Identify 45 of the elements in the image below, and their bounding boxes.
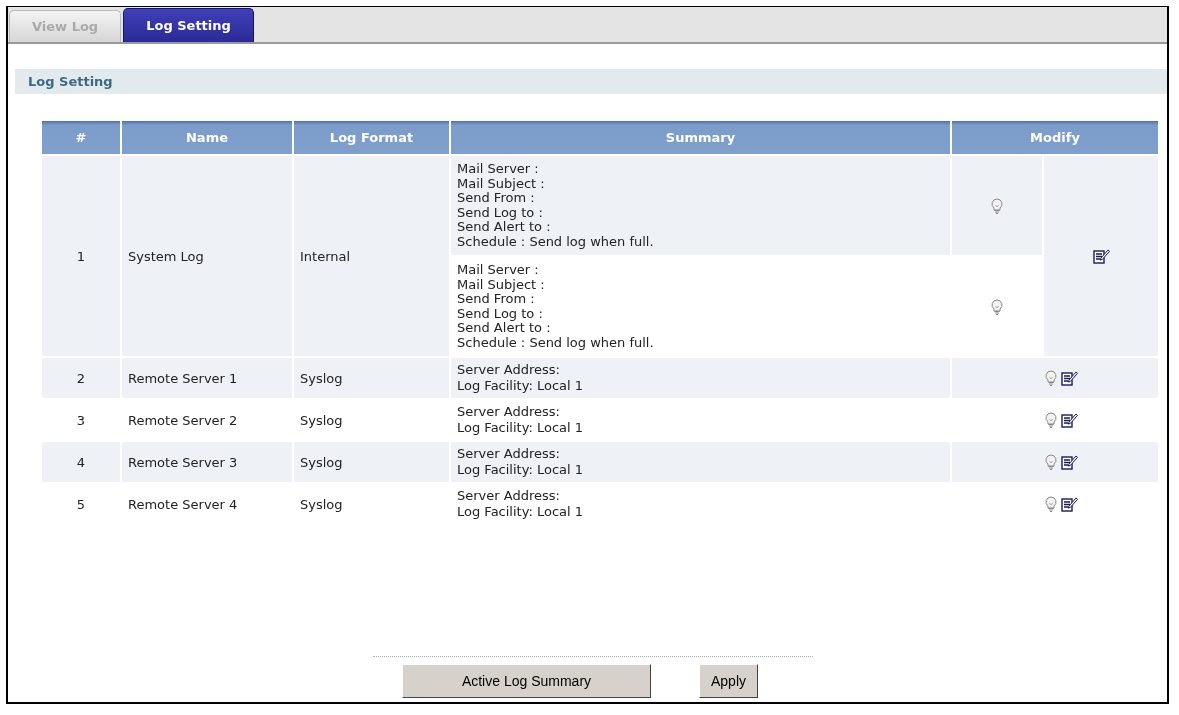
table-cell: Syslog xyxy=(294,442,449,482)
summary-line: Log Facility: Local 1 xyxy=(457,462,585,478)
summary-line: Server Address: xyxy=(457,362,561,378)
table-cell: 2 xyxy=(42,358,120,398)
summary-line: Send Log to : xyxy=(457,306,544,321)
column-header: Summary xyxy=(451,121,950,154)
lightbulb-icon[interactable] xyxy=(991,197,1003,214)
edit-icon[interactable] xyxy=(1061,454,1078,471)
summary-line: Send From : xyxy=(457,191,535,206)
edit-icon[interactable] xyxy=(1061,370,1078,387)
table-cell: Internal xyxy=(294,156,449,356)
summary-line: Schedule : Send log when full. xyxy=(457,234,655,249)
table-cell: Remote Server 1 xyxy=(122,358,292,398)
summary-line: Server Address: xyxy=(457,446,561,462)
summary-button[interactable]: Active Log Summary xyxy=(402,664,651,698)
column-header: Log Format xyxy=(294,121,449,154)
edit-icon[interactable] xyxy=(1092,248,1110,265)
table-cell: 4 xyxy=(42,442,120,482)
column-header: Name xyxy=(122,121,292,154)
summary-line: Mail Subject : xyxy=(457,176,546,191)
column-header: # xyxy=(42,121,120,154)
summary-line: Log Facility: Local 1 xyxy=(457,420,585,436)
edit-icon[interactable] xyxy=(1061,412,1078,429)
edit-icon[interactable] xyxy=(1061,496,1078,513)
summary-line: Log Facility: Local 1 xyxy=(457,378,585,394)
summary-line: Send Alert to : xyxy=(457,321,552,336)
table-cell: Remote Server 3 xyxy=(122,442,292,482)
table-cell: System Log xyxy=(122,156,292,356)
summary-line: Server Address: xyxy=(457,488,561,504)
tab[interactable]: Log Setting xyxy=(123,8,254,42)
section-header: Log Setting xyxy=(15,69,1167,94)
summary-line: Log Facility: Local 1 xyxy=(457,504,585,520)
summary-line: Mail Server : xyxy=(457,263,540,278)
table-cell: 1 xyxy=(42,156,120,356)
summary-line: Mail Server : xyxy=(457,162,540,177)
column-header: Modify xyxy=(952,121,1158,154)
apply-button[interactable]: Apply xyxy=(699,664,758,698)
summary-line: Send Alert to : xyxy=(457,220,552,235)
summary-line: Schedule : Send log when full. xyxy=(457,335,655,350)
lightbulb-icon[interactable] xyxy=(991,298,1003,315)
summary-line: Server Address: xyxy=(457,404,561,420)
summary-line: Send Log to : xyxy=(457,205,544,220)
table-cell: Syslog xyxy=(294,358,449,398)
summary-line: Send From : xyxy=(457,292,535,307)
summary-line: Mail Subject : xyxy=(457,277,546,292)
